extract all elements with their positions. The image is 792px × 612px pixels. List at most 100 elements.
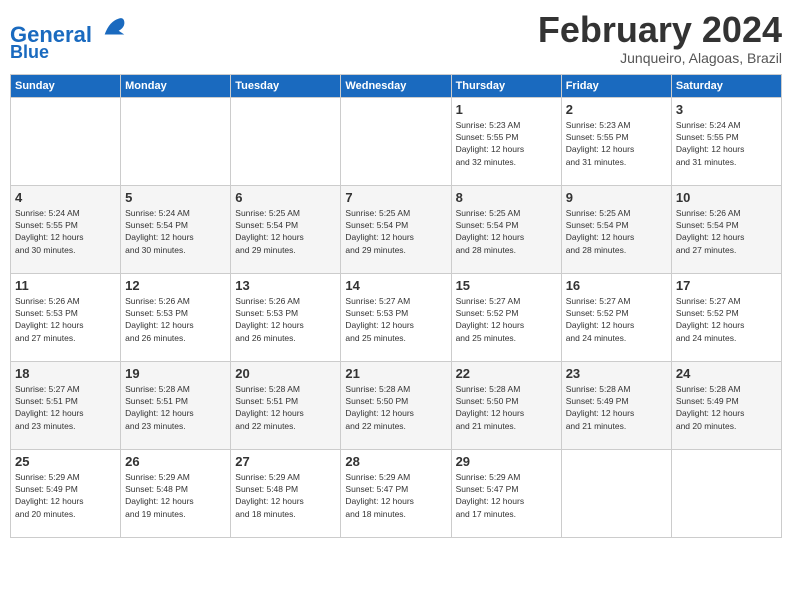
day-number: 23	[566, 366, 667, 381]
calendar-cell: 17Sunrise: 5:27 AM Sunset: 5:52 PM Dayli…	[671, 273, 781, 361]
calendar-cell	[231, 97, 341, 185]
calendar-cell: 1Sunrise: 5:23 AM Sunset: 5:55 PM Daylig…	[451, 97, 561, 185]
day-number: 27	[235, 454, 336, 469]
calendar-cell: 7 Sunrise: 5:25 AM Sunset: 5:54 PM Daylig…	[341, 185, 451, 273]
calendar-cell: 23 Sunrise: 5:28 AM Sunset: 5:49 PM Dayli…	[561, 361, 671, 449]
day-number: 5	[125, 190, 226, 205]
week-row-4: 25Sunrise: 5:29 AM Sunset: 5:49 PM Dayli…	[11, 449, 782, 537]
day-number: 14	[345, 278, 446, 293]
day-info: Sunrise: 5:24 AM Sunset: 5:54 PM Dayligh…	[125, 207, 226, 256]
calendar-cell: 19 Sunrise: 5:28 AM Sunset: 5:51 PM Dayli…	[121, 361, 231, 449]
day-info: Sunrise: 5:29 AM Sunset: 5:48 PM Dayligh…	[125, 471, 226, 520]
title-block: February 2024 Junqueiro, Alagoas, Brazil	[538, 10, 782, 66]
calendar-cell: 28 Sunrise: 5:29 AM Sunset: 5:47 PM Dayli…	[341, 449, 451, 537]
day-number: 16	[566, 278, 667, 293]
week-row-3: 18 Sunrise: 5:27 AM Sunset: 5:51 PM Dayli…	[11, 361, 782, 449]
day-number: 7	[345, 190, 446, 205]
header: General Blue February 2024 Junqueiro, Al…	[10, 10, 782, 66]
calendar-cell: 3Sunrise: 5:24 AM Sunset: 5:55 PM Daylig…	[671, 97, 781, 185]
day-info: Sunrise: 5:26 AM Sunset: 5:53 PM Dayligh…	[15, 295, 116, 344]
calendar-cell: 2 Sunrise: 5:23 AM Sunset: 5:55 PM Daylig…	[561, 97, 671, 185]
calendar-cell: 9 Sunrise: 5:25 AM Sunset: 5:54 PM Daylig…	[561, 185, 671, 273]
location-subtitle: Junqueiro, Alagoas, Brazil	[538, 50, 782, 66]
day-number: 6	[235, 190, 336, 205]
week-row-0: 1 Sunrise: 5:23 AM Sunset: 5:55 PM Daylig…	[11, 97, 782, 185]
day-info: Sunrise: 5:27 AM Sunset: 5:53 PM Dayligh…	[345, 295, 446, 344]
calendar-cell: 11 Sunrise: 5:26 AM Sunset: 5:53 PM Dayli…	[11, 273, 121, 361]
day-info: Sunrise: 5:28 AM Sunset: 5:51 PM Dayligh…	[125, 383, 226, 432]
calendar-cell: 24Sunrise: 5:28 AM Sunset: 5:49 PM Dayli…	[671, 361, 781, 449]
header-saturday: Saturday	[671, 74, 781, 97]
calendar-cell: 18 Sunrise: 5:27 AM Sunset: 5:51 PM Dayli…	[11, 361, 121, 449]
calendar-cell: 10Sunrise: 5:26 AM Sunset: 5:54 PM Dayli…	[671, 185, 781, 273]
header-wednesday: Wednesday	[341, 74, 451, 97]
day-number: 26	[125, 454, 226, 469]
header-row: SundayMondayTuesdayWednesdayThursdayFrid…	[11, 74, 782, 97]
calendar-cell	[341, 97, 451, 185]
day-number: 21	[345, 366, 446, 381]
day-number: 11	[15, 278, 116, 293]
calendar-cell	[561, 449, 671, 537]
day-info: Sunrise: 5:26 AM Sunset: 5:53 PM Dayligh…	[125, 295, 226, 344]
day-number: 13	[235, 278, 336, 293]
calendar-cell	[11, 97, 121, 185]
calendar-cell: 12 Sunrise: 5:26 AM Sunset: 5:53 PM Dayli…	[121, 273, 231, 361]
calendar-cell: 26 Sunrise: 5:29 AM Sunset: 5:48 PM Dayli…	[121, 449, 231, 537]
day-number: 20	[235, 366, 336, 381]
day-number: 29	[456, 454, 557, 469]
day-info: Sunrise: 5:25 AM Sunset: 5:54 PM Dayligh…	[345, 207, 446, 256]
day-info: Sunrise: 5:29 AM Sunset: 5:47 PM Dayligh…	[345, 471, 446, 520]
calendar-body: 1 Sunrise: 5:23 AM Sunset: 5:55 PM Daylig…	[11, 97, 782, 537]
calendar-cell: 4 Sunrise: 5:24 AM Sunset: 5:55 PM Daylig…	[11, 185, 121, 273]
day-info: Sunrise: 5:26 AM Sunset: 5:53 PM Dayligh…	[235, 295, 336, 344]
header-sunday: Sunday	[11, 74, 121, 97]
header-friday: Friday	[561, 74, 671, 97]
day-info: Sunrise: 5:25 AM Sunset: 5:54 PM Dayligh…	[235, 207, 336, 256]
day-info: Sunrise: 5:25 AM Sunset: 5:54 PM Dayligh…	[456, 207, 557, 256]
day-number: 19	[125, 366, 226, 381]
week-row-2: 11 Sunrise: 5:26 AM Sunset: 5:53 PM Dayli…	[11, 273, 782, 361]
day-info: Sunrise: 5:29 AM Sunset: 5:48 PM Dayligh…	[235, 471, 336, 520]
day-number: 2	[566, 102, 667, 117]
day-info: Sunrise: 5:28 AM Sunset: 5:50 PM Dayligh…	[345, 383, 446, 432]
week-row-1: 4 Sunrise: 5:24 AM Sunset: 5:55 PM Daylig…	[11, 185, 782, 273]
day-number: 12	[125, 278, 226, 293]
day-number: 10	[676, 190, 777, 205]
day-number: 4	[15, 190, 116, 205]
day-number: 28	[345, 454, 446, 469]
calendar-cell: 20 Sunrise: 5:28 AM Sunset: 5:51 PM Dayli…	[231, 361, 341, 449]
calendar-cell	[671, 449, 781, 537]
day-info: Sunrise: 5:28 AM Sunset: 5:50 PM Dayligh…	[456, 383, 557, 432]
day-number: 1	[456, 102, 557, 117]
day-number: 18	[15, 366, 116, 381]
calendar-cell: 16Sunrise: 5:27 AM Sunset: 5:52 PM Dayli…	[561, 273, 671, 361]
day-info: Sunrise: 5:25 AM Sunset: 5:54 PM Dayligh…	[566, 207, 667, 256]
logo: General Blue	[10, 14, 128, 63]
calendar-cell: 8 Sunrise: 5:25 AM Sunset: 5:54 PM Daylig…	[451, 185, 561, 273]
day-info: Sunrise: 5:23 AM Sunset: 5:55 PM Dayligh…	[566, 119, 667, 168]
header-monday: Monday	[121, 74, 231, 97]
day-number: 25	[15, 454, 116, 469]
calendar-cell: 6 Sunrise: 5:25 AM Sunset: 5:54 PM Daylig…	[231, 185, 341, 273]
day-info: Sunrise: 5:28 AM Sunset: 5:51 PM Dayligh…	[235, 383, 336, 432]
day-number: 9	[566, 190, 667, 205]
calendar-cell	[121, 97, 231, 185]
month-title: February 2024	[538, 10, 782, 50]
calendar-cell: 27 Sunrise: 5:29 AM Sunset: 5:48 PM Dayli…	[231, 449, 341, 537]
day-info: Sunrise: 5:28 AM Sunset: 5:49 PM Dayligh…	[566, 383, 667, 432]
calendar-cell: 21 Sunrise: 5:28 AM Sunset: 5:50 PM Dayli…	[341, 361, 451, 449]
calendar-cell: 15Sunrise: 5:27 AM Sunset: 5:52 PM Dayli…	[451, 273, 561, 361]
day-info: Sunrise: 5:24 AM Sunset: 5:55 PM Dayligh…	[15, 207, 116, 256]
day-number: 22	[456, 366, 557, 381]
day-info: Sunrise: 5:27 AM Sunset: 5:51 PM Dayligh…	[15, 383, 116, 432]
day-number: 8	[456, 190, 557, 205]
calendar-cell: 25Sunrise: 5:29 AM Sunset: 5:49 PM Dayli…	[11, 449, 121, 537]
calendar-cell: 5 Sunrise: 5:24 AM Sunset: 5:54 PM Daylig…	[121, 185, 231, 273]
day-number: 17	[676, 278, 777, 293]
day-info: Sunrise: 5:24 AM Sunset: 5:55 PM Dayligh…	[676, 119, 777, 168]
day-number: 15	[456, 278, 557, 293]
header-thursday: Thursday	[451, 74, 561, 97]
calendar-cell: 29Sunrise: 5:29 AM Sunset: 5:47 PM Dayli…	[451, 449, 561, 537]
calendar-cell: 14 Sunrise: 5:27 AM Sunset: 5:53 PM Dayli…	[341, 273, 451, 361]
calendar-table: SundayMondayTuesdayWednesdayThursdayFrid…	[10, 74, 782, 538]
